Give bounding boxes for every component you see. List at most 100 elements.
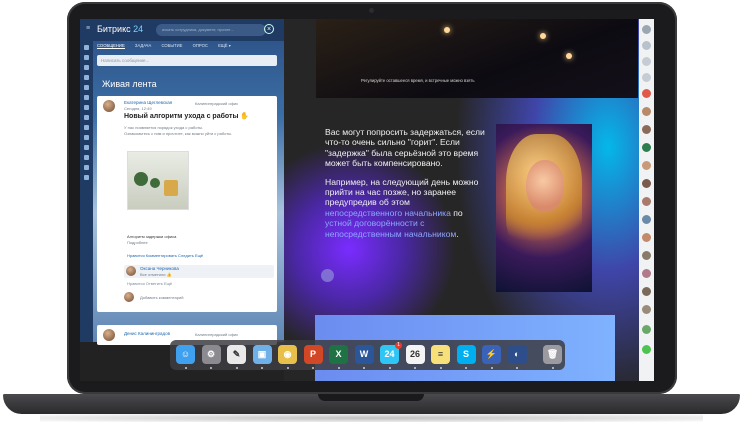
street-light — [540, 33, 546, 39]
face — [526, 160, 564, 212]
post-recipient[interactable]: Калининградский офис — [195, 332, 238, 337]
post-recipient[interactable]: Калининградский офис — [195, 101, 238, 106]
finder-icon[interactable]: ☺ — [176, 345, 195, 364]
post-author[interactable]: Екатерина Щеглевская — [124, 100, 172, 105]
calendar-icon[interactable]: 26 — [405, 345, 425, 364]
rail-icon[interactable] — [84, 155, 89, 160]
post-actions[interactable]: Нравится Комментировать Следить Ещё — [127, 253, 203, 258]
camino-icon[interactable]: ◐ — [507, 345, 527, 364]
rail-icon[interactable] — [84, 145, 89, 150]
excel-icon[interactable]: X — [329, 345, 348, 364]
tab-task[interactable]: ЗАДАЧА — [135, 43, 151, 48]
post-image[interactable] — [127, 151, 189, 210]
preview-icon[interactable]: ▣ — [252, 345, 272, 364]
bell-icon[interactable] — [642, 57, 651, 66]
chat-icon[interactable] — [642, 73, 651, 82]
search-icon[interactable] — [642, 41, 651, 50]
rail-icon[interactable] — [84, 55, 89, 60]
bitrix-logo[interactable]: Битрикс 24 — [97, 24, 143, 34]
trash-icon[interactable]: 🗑 — [543, 345, 562, 364]
night-photo: Регулируйте оставшееся время, и встречны… — [316, 19, 638, 98]
slide-paragraph: Например, на следующий день можно прийти… — [325, 177, 485, 239]
post-author[interactable]: Денис Калининградов — [124, 331, 170, 336]
textedit-icon[interactable]: ✎ — [227, 345, 246, 364]
notification-badge: 1 — [395, 342, 402, 349]
running-indicator — [363, 367, 365, 369]
avatar[interactable] — [642, 233, 651, 242]
street-light — [566, 53, 572, 59]
rail-icon[interactable] — [84, 125, 89, 130]
slide-paragraph: Вас могут попросить задержаться, если чт… — [325, 127, 485, 169]
comment-input[interactable]: Добавить комментарий — [140, 295, 183, 300]
skype-icon[interactable]: S — [456, 345, 476, 364]
rail-icon[interactable] — [84, 45, 89, 50]
post-date: Сегодня, 12:49 — [124, 106, 152, 111]
avatar[interactable] — [642, 287, 651, 296]
avatar[interactable] — [642, 179, 651, 188]
laptop-mockup: ≡ Битрикс 24 искать сотрудника, документ… — [0, 0, 743, 437]
avatar[interactable] — [642, 107, 651, 116]
tab-event[interactable]: СОБЫТИЕ — [161, 43, 182, 48]
running-indicator — [388, 367, 391, 369]
image-sub[interactable]: Подробнее — [127, 240, 148, 245]
text-run: по — [450, 207, 463, 218]
winamp-icon[interactable]: ⚡ — [482, 345, 501, 364]
avatar[interactable] — [103, 100, 115, 112]
menu-icon[interactable]: ≡ — [86, 25, 92, 32]
avatar[interactable] — [642, 143, 651, 152]
avatar[interactable] — [642, 197, 651, 206]
post-line: У нас появляется порядок ухода с работы. — [124, 125, 204, 130]
notes-icon[interactable]: ≡ — [431, 345, 450, 364]
avatar[interactable] — [103, 329, 115, 341]
tab-more[interactable]: ЕЩЁ ▾ — [218, 43, 231, 48]
highlight-text: непосредственного начальника — [325, 207, 451, 218]
rail-icon[interactable] — [84, 65, 89, 70]
post-type-tabs: СООБЩЕНИЕ ЗАДАЧА СОБЫТИЕ ОПРОС ЕЩЁ ▾ — [97, 43, 284, 53]
tab-message[interactable]: СООБЩЕНИЕ — [97, 43, 125, 49]
decorative-circle — [321, 269, 334, 282]
street-light — [444, 27, 450, 33]
close-icon[interactable]: × — [264, 24, 274, 34]
avatar[interactable] — [642, 125, 651, 134]
system-preferences-icon[interactable]: ⚙ — [201, 345, 221, 364]
avatar[interactable] — [642, 305, 651, 314]
search-input[interactable]: искать сотрудника, документ, прочее... — [156, 24, 266, 36]
rail-icon[interactable] — [84, 175, 89, 180]
avatar[interactable] — [642, 161, 651, 170]
camera — [369, 8, 374, 13]
comment-author[interactable]: Оксана Черникова — [140, 266, 179, 271]
running-indicator — [210, 367, 212, 369]
rail-icon[interactable] — [84, 115, 89, 120]
image-caption[interactable]: Алгоритм задержки офиса — [127, 234, 176, 239]
avatar[interactable] — [642, 89, 651, 98]
chrome-icon[interactable]: ◉ — [278, 345, 297, 364]
rail-icon[interactable] — [84, 105, 89, 110]
avatar[interactable] — [126, 266, 136, 276]
post-input[interactable]: Написать сообщение... — [97, 55, 277, 66]
avatar[interactable] — [642, 215, 651, 224]
rail-icon[interactable] — [84, 165, 89, 170]
text-run: Например, на следующий день можно прийти… — [325, 176, 479, 208]
bitrix-header: ≡ Битрикс 24 искать сотрудника, документ… — [80, 19, 284, 41]
settings-icon[interactable] — [642, 25, 651, 34]
word-icon[interactable]: W — [354, 345, 374, 364]
avatar[interactable] — [642, 269, 651, 278]
photo-caption: Регулируйте оставшееся время, и встречны… — [361, 78, 475, 83]
logo-number: 24 — [133, 24, 144, 34]
logo-text: Битрикс — [97, 24, 131, 34]
avatar[interactable] — [642, 325, 651, 334]
plant — [150, 178, 160, 188]
rail-icon[interactable] — [84, 75, 89, 80]
comment-text: Все отметили 👍 — [140, 272, 172, 277]
running-indicator — [490, 367, 493, 369]
avatar[interactable] — [642, 251, 651, 260]
phone-icon[interactable] — [642, 345, 651, 354]
powerpoint-icon[interactable]: P — [303, 345, 323, 364]
rail-icon[interactable] — [84, 85, 89, 90]
woman-photo — [496, 124, 592, 292]
rail-icon[interactable] — [84, 135, 89, 140]
comment-actions[interactable]: Нравится Ответить Ещё — [127, 281, 172, 286]
rail-icon[interactable] — [84, 95, 89, 100]
tab-poll[interactable]: ОПРОС — [193, 43, 208, 48]
avatar — [124, 292, 134, 302]
